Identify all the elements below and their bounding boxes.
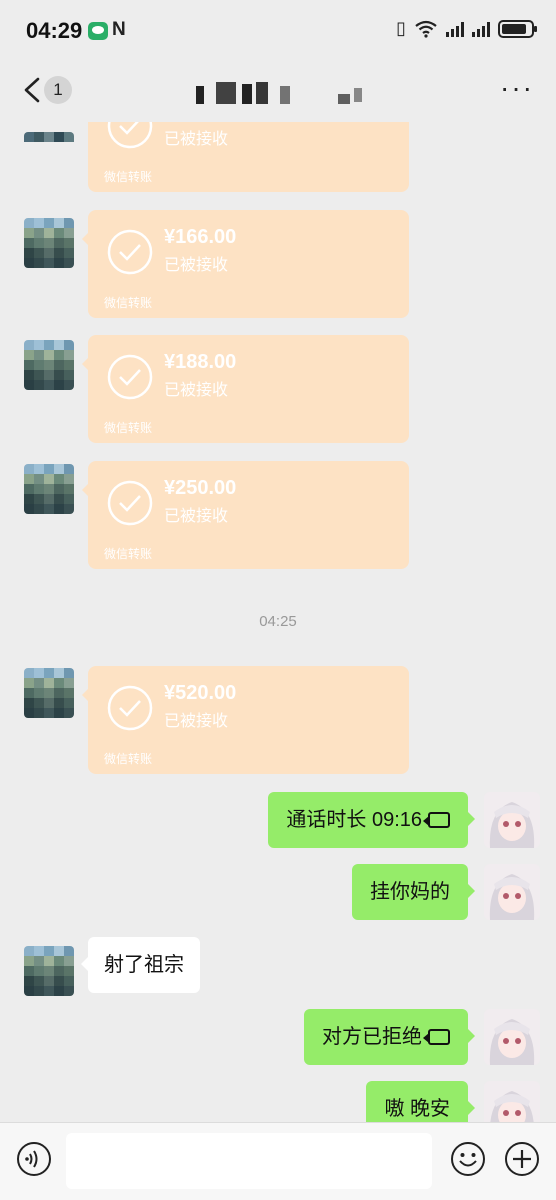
anime-girl-avatar-icon (484, 1081, 540, 1122)
status-time: 04:29 (26, 18, 83, 43)
anime-girl-avatar-icon (484, 864, 540, 920)
plus-icon[interactable] (504, 1141, 540, 1177)
transfer-footer: 微信转账 (104, 421, 153, 435)
transfer-status: 已被接收 (164, 257, 229, 274)
chat-header: 1 ··· (0, 60, 556, 122)
transfer-footer: 微信转账 (104, 296, 153, 310)
wechat-notification-icon (88, 22, 108, 40)
received-message-bubble[interactable]: 射了祖宗 (81, 937, 200, 993)
video-call-icon (423, 1029, 450, 1045)
transfer-status: 已被接收 (164, 131, 229, 148)
transfer-card[interactable]: 已被接收 微信转账 (88, 122, 409, 192)
signal-icon-2 (472, 21, 490, 37)
video-call-icon (423, 812, 450, 828)
transfer-status: 已被接收 (164, 713, 229, 730)
contact-avatar[interactable] (24, 464, 74, 514)
contact-avatar[interactable] (24, 668, 74, 718)
time-separator: 04:25 (259, 613, 297, 630)
more-dots-icon[interactable]: ··· (500, 74, 534, 102)
sent-call-bubble[interactable]: 通话时长 09:16 (268, 792, 475, 848)
check-circle-icon (107, 229, 153, 275)
chat-title-obscured (190, 80, 370, 108)
transfer-amount: ¥520.00 (164, 682, 237, 704)
transfer-footer: 微信转账 (104, 170, 153, 184)
contact-avatar[interactable] (24, 946, 74, 996)
call-rejected-text: 对方已拒绝 (322, 1026, 422, 1048)
user-avatar[interactable] (484, 1009, 540, 1065)
transfer-amount: ¥250.00 (164, 477, 237, 499)
status-icons: ▯ (396, 18, 537, 39)
user-avatar[interactable] (484, 792, 540, 848)
wifi-icon (415, 20, 437, 38)
contact-avatar[interactable] (24, 340, 74, 390)
unread-badge: 1 (44, 76, 72, 104)
transfer-amount: ¥166.00 (164, 226, 237, 248)
transfer-amount: ¥188.00 (164, 351, 237, 373)
contact-avatar[interactable] (24, 218, 74, 268)
input-bar (0, 1122, 556, 1200)
check-circle-icon (107, 354, 153, 400)
anime-girl-avatar-icon (484, 792, 540, 848)
user-avatar[interactable] (484, 1081, 540, 1122)
vibrate-icon: ▯ (396, 18, 406, 38)
transfer-card[interactable]: ¥520.00 已被接收 微信转账 (82, 666, 409, 774)
status-bar: 04:29 N ▯ (0, 0, 556, 60)
check-circle-icon (107, 480, 153, 526)
transfer-footer: 微信转账 (104, 547, 153, 561)
signal-icon-1 (446, 21, 464, 37)
emoji-icon[interactable] (450, 1141, 486, 1177)
chat-area[interactable]: 已被接收 微信转账 ¥166.00 已被接收 微信转账 ¥188.00 已被接收… (0, 122, 556, 1122)
transfer-card[interactable]: ¥188.00 已被接收 微信转账 (82, 335, 409, 443)
call-duration-text: 通话时长 09:16 (286, 809, 422, 831)
sent-message-bubble[interactable]: 挂你妈的 (352, 864, 475, 920)
check-circle-icon (107, 122, 153, 149)
sent-call-bubble[interactable]: 对方已拒绝 (304, 1009, 475, 1065)
battery-icon (498, 19, 537, 38)
nfc-icon: N (112, 19, 126, 40)
transfer-status: 已被接收 (164, 382, 229, 399)
transfer-status: 已被接收 (164, 508, 229, 525)
transfer-card[interactable]: ¥250.00 已被接收 微信转账 (82, 461, 409, 569)
user-avatar[interactable] (484, 864, 540, 920)
transfer-card[interactable]: ¥166.00 已被接收 微信转账 (82, 210, 409, 318)
message-input[interactable] (66, 1133, 432, 1189)
contact-avatar[interactable] (24, 132, 74, 146)
sent-message-bubble[interactable]: 嗷 晚安 (366, 1081, 475, 1122)
check-circle-icon (107, 685, 153, 731)
anime-girl-avatar-icon (484, 1009, 540, 1065)
transfer-footer: 微信转账 (104, 752, 153, 766)
voice-icon[interactable] (16, 1141, 52, 1177)
